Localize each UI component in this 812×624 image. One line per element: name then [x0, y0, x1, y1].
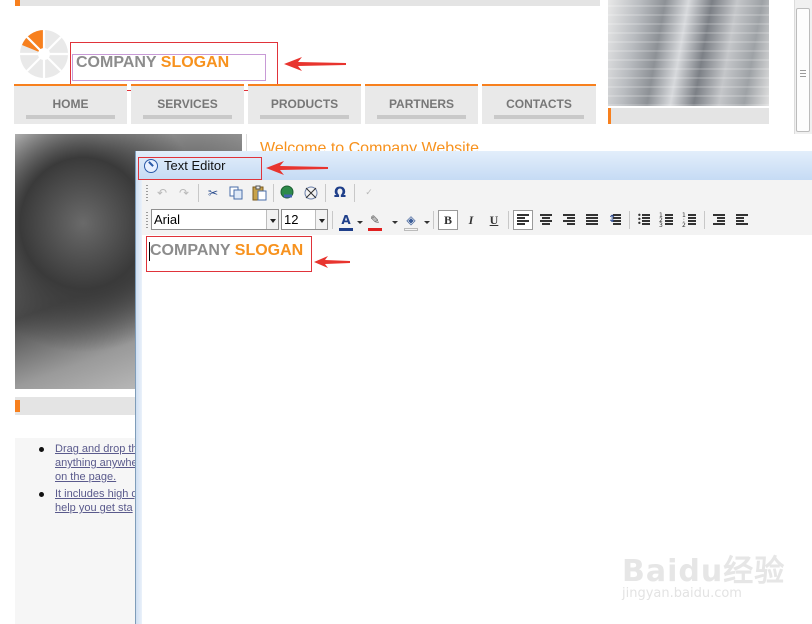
font-color-icon[interactable]: A [336, 210, 356, 230]
toolbar-separator [433, 211, 434, 229]
nav-contacts-label: CONTACTS [506, 97, 572, 111]
font-size-select[interactable]: 12 [281, 209, 328, 230]
toolbar-separator [704, 211, 705, 229]
nav-contacts[interactable]: CONTACTS [482, 84, 596, 124]
building-image-texture [608, 0, 769, 106]
line-height-icon[interactable]: ↕ [605, 210, 625, 230]
nav-partners-label: PARTNERS [388, 97, 455, 111]
editor-toolbar-2: Arial 12 A ✎ ◈ B I U ↕ • • • 1 2 3 1: 2 [136, 206, 812, 236]
toolbar-separator [629, 211, 630, 229]
site-top-bar [15, 0, 600, 6]
baidu-watermark: Baidu经验 [622, 554, 786, 589]
unlink-icon[interactable] [301, 183, 321, 203]
toolbar-grip-icon [146, 212, 148, 228]
list-item-line: help you get sta [55, 502, 133, 514]
chevron-down-icon[interactable] [392, 221, 398, 224]
font-family-select[interactable]: Arial [151, 209, 279, 230]
special-char-icon[interactable]: Ω [330, 183, 350, 203]
outdent-icon[interactable] [709, 210, 729, 230]
nav-home[interactable]: HOME [14, 84, 127, 124]
building-caption-accent [608, 108, 611, 124]
annotation-box-content [146, 236, 312, 272]
list-item-line: Drag and drop the [55, 443, 137, 455]
annotation-arrow-slogan-icon [284, 57, 346, 71]
photo-caption-bar [15, 397, 136, 415]
spellcheck-icon[interactable]: ✓ [359, 183, 379, 203]
nav-products-label: PRODUCTS [270, 97, 339, 111]
italic-icon[interactable]: I [461, 210, 481, 230]
editor-toolbar-1: ↶ ↷ ✂ Ω ✓ [136, 180, 812, 207]
annotation-arrow-title-icon [266, 161, 328, 175]
nav-services[interactable]: SERVICES [131, 84, 244, 124]
paste-icon[interactable] [249, 183, 269, 203]
toolbar-separator [332, 211, 333, 229]
background-color-icon[interactable]: ◈ [401, 210, 421, 230]
toolbar-separator [508, 211, 509, 229]
indent-icon[interactable] [732, 210, 752, 230]
nav-services-label: SERVICES [157, 97, 218, 111]
chevron-down-icon [315, 210, 327, 229]
list-item-line: on the page. [55, 471, 117, 483]
list-item-line: It includes high q [55, 488, 137, 500]
align-center-icon[interactable] [536, 210, 556, 230]
site-nav: HOME SERVICES PRODUCTS PARTNERS CONTACTS [14, 84, 596, 124]
underline-icon[interactable]: U [484, 210, 504, 230]
chevron-down-icon [266, 210, 278, 229]
scrollbar-grip-icon [800, 70, 806, 77]
numbered-list-icon[interactable]: 123 [657, 210, 677, 230]
photo-caption-accent [15, 400, 20, 412]
toolbar-separator [354, 184, 355, 202]
toolbar-grip-icon [146, 185, 148, 201]
highlight-icon[interactable]: ✎ [365, 210, 385, 230]
annotation-box-title [138, 157, 262, 180]
watermark-url: jingyan.baidu.com [622, 586, 742, 601]
nav-partners[interactable]: PARTNERS [365, 84, 478, 124]
list-item-line: anything anywhe [55, 457, 137, 469]
align-right-icon[interactable] [559, 210, 579, 230]
justify-icon[interactable] [582, 210, 602, 230]
nav-products[interactable]: PRODUCTS [248, 84, 361, 124]
insert-link-icon[interactable] [278, 183, 298, 203]
list-item[interactable]: It includes high q help you get sta [37, 487, 137, 515]
feature-list: Drag and drop the anything anywhe on the… [37, 442, 137, 518]
background-color-swatch [404, 228, 418, 231]
cut-icon[interactable]: ✂ [203, 183, 223, 203]
undo-icon[interactable]: ↶ [152, 183, 172, 203]
font-family-value: Arial [154, 212, 181, 227]
building-caption-bar [608, 108, 769, 124]
font-color-swatch [339, 228, 353, 231]
chevron-down-icon[interactable] [424, 221, 430, 224]
toolbar-separator [325, 184, 326, 202]
align-left-icon[interactable] [513, 210, 533, 230]
bold-icon[interactable]: B [438, 210, 458, 230]
checklist-icon[interactable]: 1:2 [680, 210, 700, 230]
bullet-list-icon[interactable]: • • • [634, 210, 654, 230]
font-size-value: 12 [284, 212, 299, 227]
toolbar-separator [273, 184, 274, 202]
copy-icon[interactable] [226, 183, 246, 203]
annotation-arrow-content-icon [314, 256, 350, 268]
highlight-swatch [368, 228, 382, 231]
company-logo-icon [20, 30, 68, 78]
nav-home-label: HOME [52, 97, 89, 111]
chevron-down-icon[interactable] [357, 221, 363, 224]
redo-icon[interactable]: ↷ [174, 183, 194, 203]
site-top-bar-accent [15, 0, 20, 6]
toolbar-separator [198, 184, 199, 202]
list-item[interactable]: Drag and drop the anything anywhe on the… [37, 442, 137, 484]
